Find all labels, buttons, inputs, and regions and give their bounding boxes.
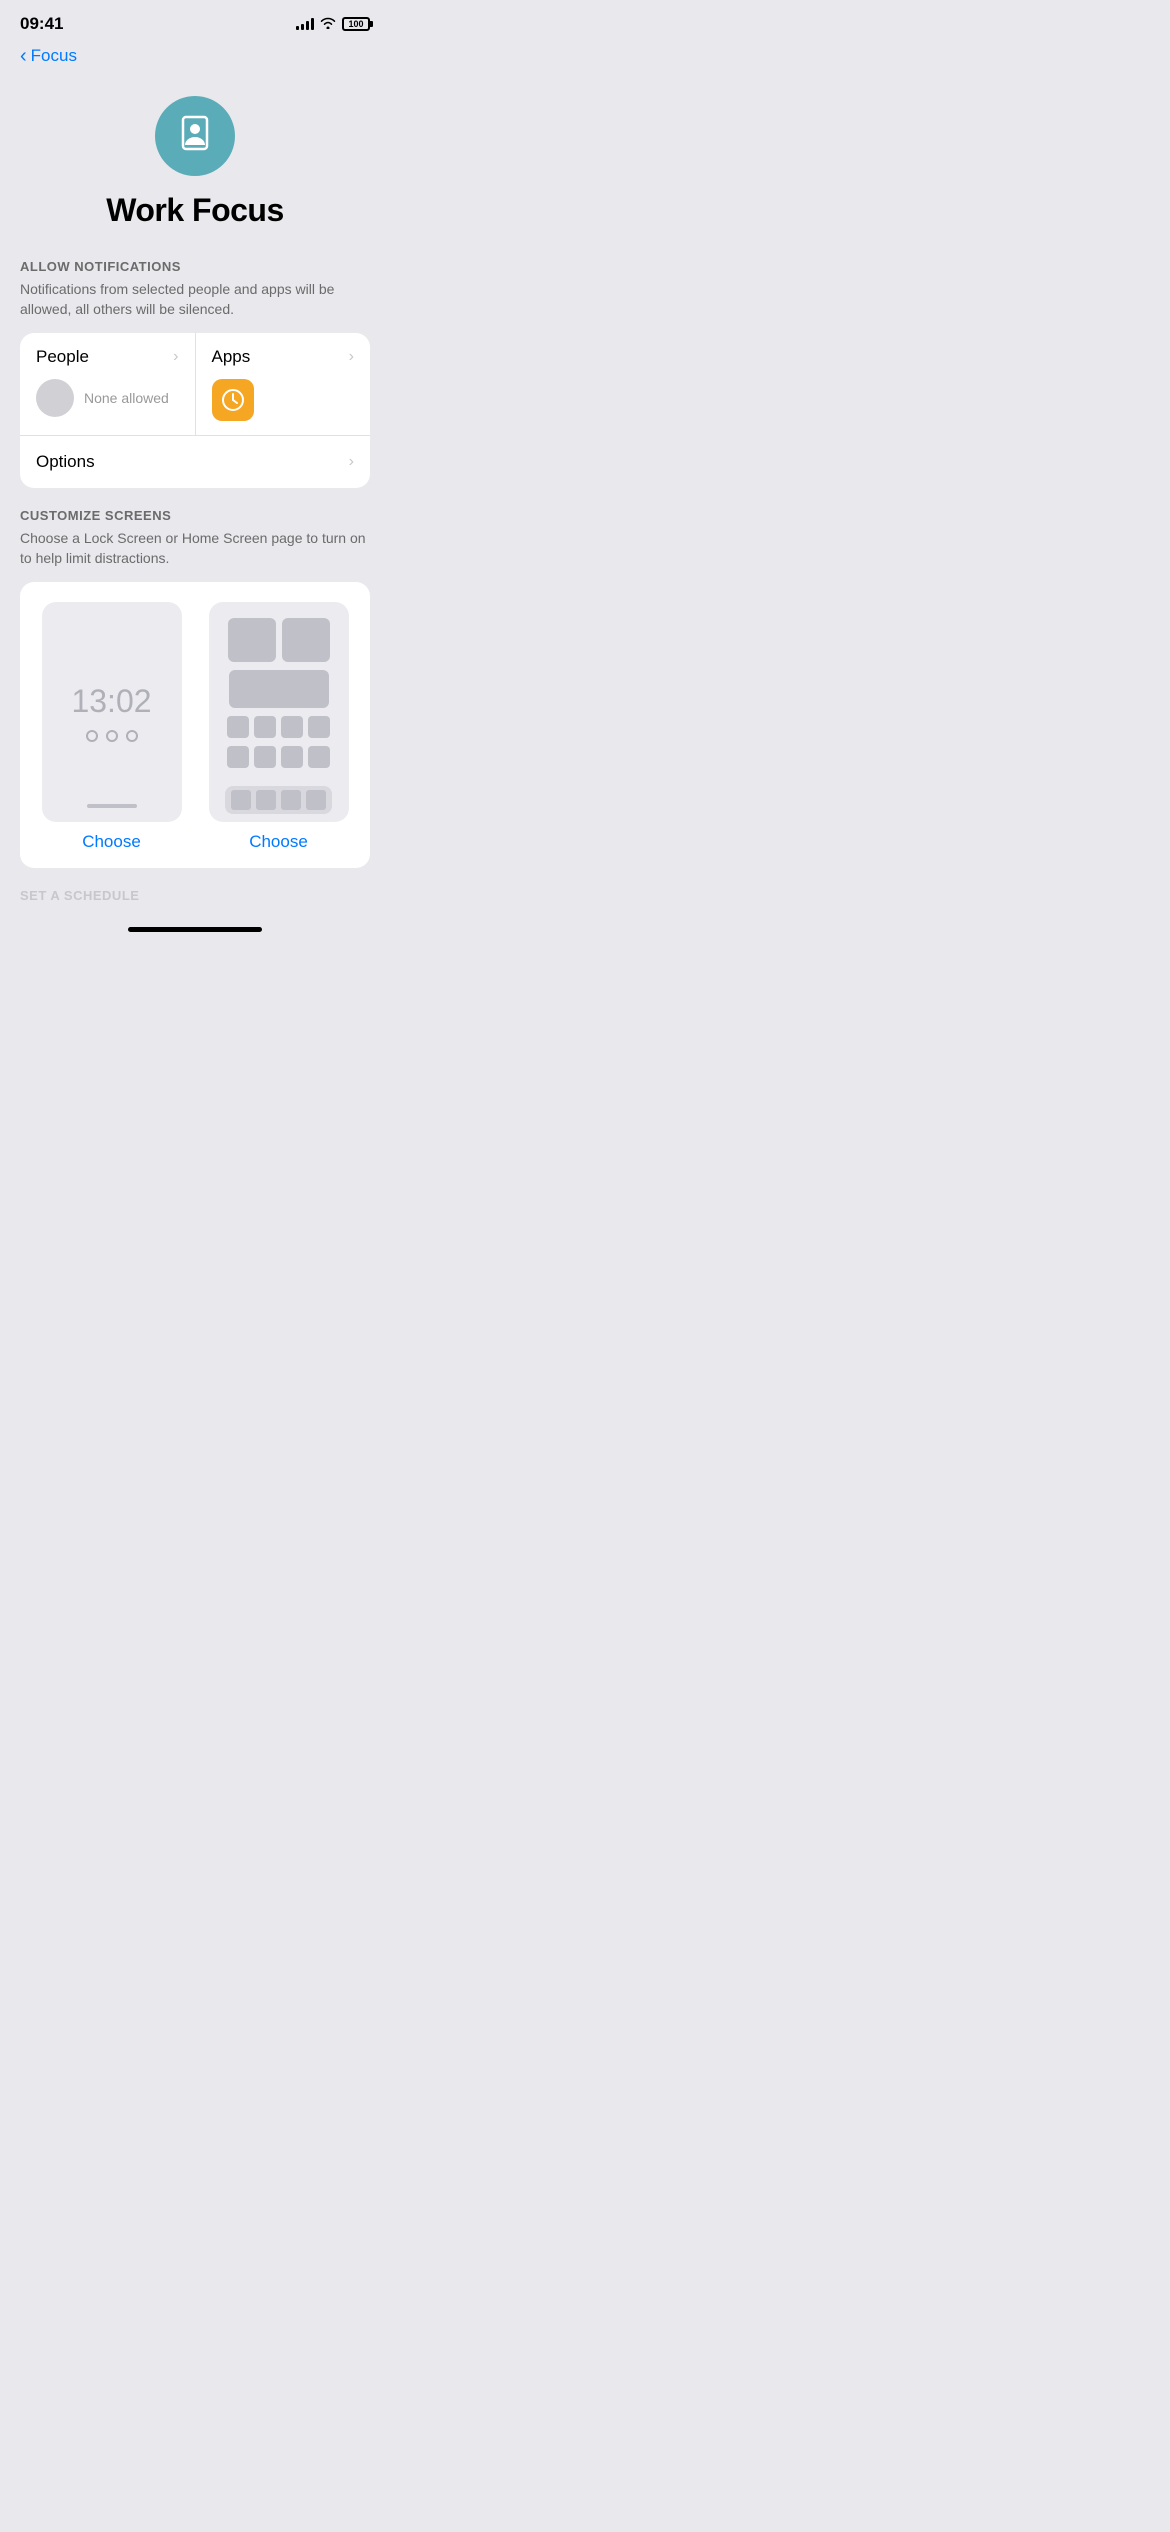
set-schedule-section: SET A SCHEDULE: [0, 888, 390, 919]
hs-block-1: [228, 618, 276, 662]
apps-cell-header: Apps ›: [212, 347, 355, 367]
nav-bar: ‹ Focus: [0, 42, 390, 76]
home-indicator: [0, 919, 390, 952]
allow-notifications-desc: Notifications from selected people and a…: [20, 280, 370, 319]
lock-screen-time: 13:02: [71, 683, 151, 720]
focus-icon-circle: [155, 96, 235, 176]
dock-icon-3: [281, 790, 301, 810]
contact-card-icon: [175, 113, 215, 159]
hs-small-7: [281, 746, 303, 768]
allow-notifications-section: ALLOW NOTIFICATIONS Notifications from s…: [0, 259, 390, 508]
home-bar: [128, 927, 262, 932]
lock-bottom-line: [87, 804, 137, 808]
hs-small-8: [308, 746, 330, 768]
lock-dots: [86, 730, 138, 742]
clock-app-icon: [212, 379, 254, 421]
hs-wide-block: [229, 670, 329, 708]
hs-small-1: [227, 716, 249, 738]
hs-grid-row-2: [227, 746, 330, 768]
apps-chevron-icon: ›: [349, 348, 354, 366]
none-allowed-text: None allowed: [84, 390, 169, 406]
hs-small-2: [254, 716, 276, 738]
people-chevron-icon: ›: [173, 348, 178, 366]
dock-icon-1: [231, 790, 251, 810]
apps-title: Apps: [212, 347, 251, 367]
back-chevron-icon: ‹: [20, 46, 27, 66]
people-apps-row: People › None allowed Apps ›: [20, 333, 370, 436]
options-title: Options: [36, 452, 95, 472]
hs-block-2: [282, 618, 330, 662]
lock-dot-1: [86, 730, 98, 742]
avatar-placeholder: [36, 379, 74, 417]
hs-small-3: [281, 716, 303, 738]
people-cell[interactable]: People › None allowed: [20, 333, 196, 435]
signal-icon: [296, 18, 314, 30]
dock-icon-2: [256, 790, 276, 810]
lock-screen-choose-button[interactable]: Choose: [82, 832, 141, 852]
apps-cell-content: [212, 379, 355, 421]
focus-title: Work Focus: [106, 192, 284, 229]
hs-small-6: [254, 746, 276, 768]
people-title: People: [36, 347, 89, 367]
hs-grid-row-1: [227, 716, 330, 738]
hs-small-4: [308, 716, 330, 738]
people-cell-header: People ›: [36, 347, 179, 367]
allow-notifications-label: ALLOW NOTIFICATIONS: [20, 259, 370, 274]
lock-screen-item: 13:02 Choose: [36, 602, 187, 852]
status-time: 09:41: [20, 14, 63, 34]
status-icons: 100: [296, 17, 370, 32]
home-screen-choose-button[interactable]: Choose: [249, 832, 308, 852]
screens-card: 13:02 Choose: [20, 582, 370, 868]
set-schedule-label: SET A SCHEDULE: [20, 888, 370, 903]
wifi-icon: [320, 17, 336, 32]
dock-icon-4: [306, 790, 326, 810]
back-button[interactable]: ‹ Focus: [20, 46, 77, 66]
lock-dot-2: [106, 730, 118, 742]
customize-screens-label: CUSTOMIZE SCREENS: [20, 508, 370, 523]
lock-dot-3: [126, 730, 138, 742]
lock-screen-preview: 13:02: [42, 602, 182, 822]
options-row[interactable]: Options ›: [20, 436, 370, 488]
options-chevron-icon: ›: [349, 453, 354, 471]
customize-screens-desc: Choose a Lock Screen or Home Screen page…: [20, 529, 370, 568]
status-bar: 09:41 100: [0, 0, 390, 42]
notifications-card: People › None allowed Apps ›: [20, 333, 370, 488]
hs-dock: [225, 786, 332, 814]
back-label: Focus: [31, 46, 77, 66]
home-screen-preview: [209, 602, 349, 822]
home-screen-item: Choose: [203, 602, 354, 852]
hs-small-5: [227, 746, 249, 768]
customize-screens-section: CUSTOMIZE SCREENS Choose a Lock Screen o…: [0, 508, 390, 888]
people-cell-content: None allowed: [36, 379, 179, 417]
screens-row: 13:02 Choose: [36, 602, 354, 852]
hero-section: Work Focus: [0, 76, 390, 259]
apps-cell[interactable]: Apps ›: [196, 333, 371, 435]
battery-icon: 100: [342, 17, 370, 31]
